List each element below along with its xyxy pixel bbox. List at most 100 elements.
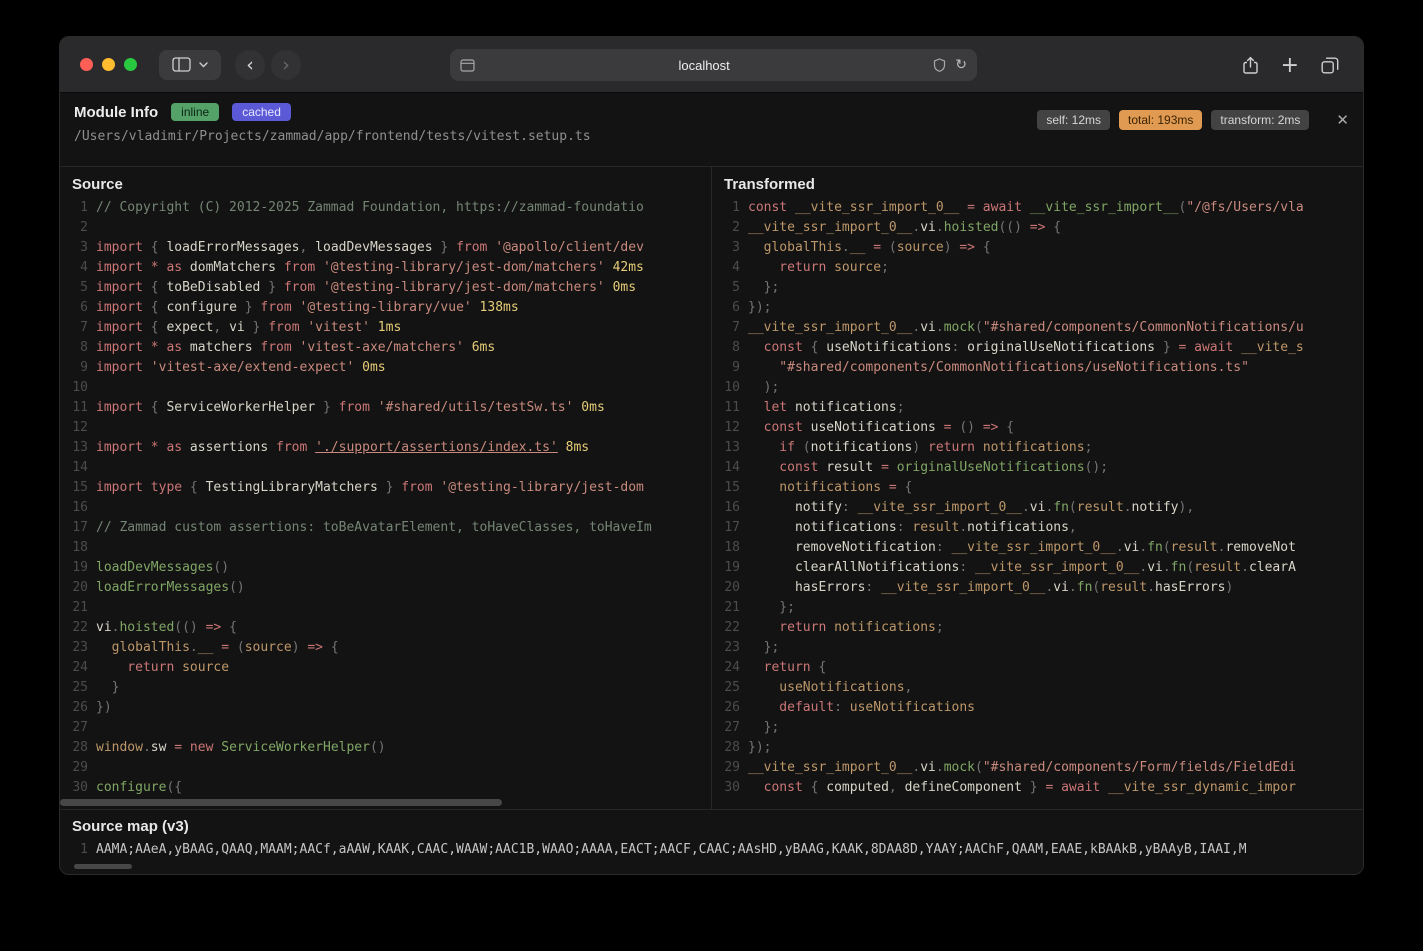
token-kw: = await: [1179, 340, 1234, 355]
sourcemap-title: Source map (v3): [60, 810, 1363, 840]
code-text: });: [748, 738, 771, 758]
privacy-shield-icon[interactable]: [933, 58, 946, 72]
window-zoom-button[interactable]: [124, 58, 137, 71]
token-plain: removeNot: [1225, 540, 1295, 555]
token-punct: .: [1124, 500, 1132, 515]
code-text: default: useNotifications: [748, 698, 975, 718]
line-number: 2: [60, 218, 88, 238]
code-line: 29__vite_ssr_import_0__.vi.mock("#shared…: [712, 758, 1363, 778]
timing-transform-badge: transform: 2ms: [1211, 110, 1309, 130]
token-plain: assertions: [182, 440, 276, 455]
address-bar[interactable]: localhost ↻: [450, 49, 977, 81]
new-tab-icon[interactable]: +: [1281, 53, 1299, 78]
line-number: 14: [60, 458, 88, 478]
line-number: 5: [60, 278, 88, 298]
token-str: "#shared/components/Form/fields/FieldEdi: [983, 760, 1296, 775]
line-number: 16: [712, 498, 740, 518]
code-line: 23 };: [712, 638, 1363, 658]
timing-self-badge: self: 12ms: [1037, 110, 1110, 130]
token-punct: .: [959, 520, 967, 535]
share-icon[interactable]: [1242, 56, 1259, 75]
token-plain: hasErrors: [1155, 580, 1225, 595]
code-line: 16: [60, 498, 711, 518]
source-code[interactable]: 1// Copyright (C) 2012-2025 Zammad Found…: [60, 198, 711, 809]
token-punct: }: [96, 680, 119, 695]
page-settings-icon[interactable]: [460, 59, 475, 72]
line-number: 4: [712, 258, 740, 278]
line-number: 1: [712, 198, 740, 218]
token-punct: .: [1069, 580, 1077, 595]
token-kw: import: [96, 240, 143, 255]
line-number: 7: [712, 318, 740, 338]
code-line: 15 notifications = {: [712, 478, 1363, 498]
sidebar-toggle-button[interactable]: [159, 50, 221, 80]
token-plain: useNotifications: [826, 340, 951, 355]
line-number: 25: [60, 678, 88, 698]
token-plain: vi: [920, 760, 936, 775]
line-number: 13: [60, 438, 88, 458]
transformed-code[interactable]: 1const __vite_ssr_import_0__ = await __v…: [712, 198, 1363, 809]
line-number: 26: [60, 698, 88, 718]
token-punct: (: [1069, 500, 1077, 515]
line-number: 15: [60, 478, 88, 498]
token-kw: import: [96, 320, 143, 335]
line-number: 17: [712, 518, 740, 538]
code-text: __vite_ssr_import_0__.vi.hoisted(() => {: [748, 218, 1061, 238]
token-var: source: [174, 660, 229, 675]
token-func: loadDevMessages: [96, 560, 213, 575]
line-number: 5: [712, 278, 740, 298]
token-var: __vite_s: [1233, 340, 1303, 355]
token-punct: .: [936, 220, 944, 235]
token-kw: from: [276, 440, 307, 455]
token-var: useNotifications: [850, 700, 975, 715]
reload-icon[interactable]: ↻: [955, 57, 967, 73]
token-plain: ServiceWorkerHelper: [166, 400, 315, 415]
token-kw: return: [748, 260, 826, 275]
token-kw: import * as: [96, 340, 182, 355]
code-text: import * as domMatchers from '@testing-l…: [96, 258, 644, 278]
token-punct: ,: [889, 780, 905, 795]
code-line: 1const __vite_ssr_import_0__ = await __v…: [712, 198, 1363, 218]
token-kw: =: [865, 240, 881, 255]
line-number: 1: [60, 840, 88, 859]
line-number: 19: [712, 558, 740, 578]
code-text: };: [748, 638, 779, 658]
forward-button[interactable]: ›: [271, 50, 301, 80]
close-icon[interactable]: ✕: [1336, 111, 1349, 129]
token-str: "#shared/components/CommonNotifications/…: [983, 320, 1304, 335]
line-number: 22: [712, 618, 740, 638]
code-text: }: [96, 678, 119, 698]
token-punct: :: [959, 560, 975, 575]
inline-badge: inline: [171, 103, 219, 121]
window-minimize-button[interactable]: [102, 58, 115, 71]
token-plain: vi: [920, 220, 936, 235]
token-var: notifications: [975, 440, 1085, 455]
back-button[interactable]: ‹: [235, 50, 265, 80]
line-number: 24: [60, 658, 88, 678]
code-line: 27: [60, 718, 711, 738]
tab-overview-icon[interactable]: [1321, 57, 1339, 74]
sourcemap-hscrollbar[interactable]: [74, 864, 132, 869]
module-link[interactable]: './support/assertions/index.ts': [315, 440, 558, 455]
sidebar-icon: [172, 57, 191, 72]
code-line: 30 const { computed, defineComponent } =…: [712, 778, 1363, 798]
token-punct: {: [323, 640, 339, 655]
token-str: '@testing-library/jest-dom: [433, 480, 644, 495]
code-text: import * as matchers from 'vitest-axe/ma…: [96, 338, 495, 358]
code-text: globalThis.__ = (source) => {: [748, 238, 991, 258]
sourcemap-section: Source map (v3) 1 AAMA;AAeA,yBAAG,QAAQ,M…: [60, 809, 1363, 874]
code-line: 7import { expect, vi } from 'vitest' 1ms: [60, 318, 711, 338]
token-punct: {: [803, 780, 826, 795]
code-line: 7__vite_ssr_import_0__.vi.mock("#shared/…: [712, 318, 1363, 338]
code-line: 24 return {: [712, 658, 1363, 678]
token-func: fn: [1053, 500, 1069, 515]
token-kw: import: [96, 300, 143, 315]
line-number: 14: [712, 458, 740, 478]
token-kw: from: [268, 320, 299, 335]
window-close-button[interactable]: [80, 58, 93, 71]
token-punct: ),: [1179, 500, 1195, 515]
token-plain: notifications: [748, 520, 897, 535]
line-number: 13: [712, 438, 740, 458]
source-hscrollbar[interactable]: [60, 799, 502, 806]
token-var: __vite_ssr_import_0__: [748, 320, 912, 335]
